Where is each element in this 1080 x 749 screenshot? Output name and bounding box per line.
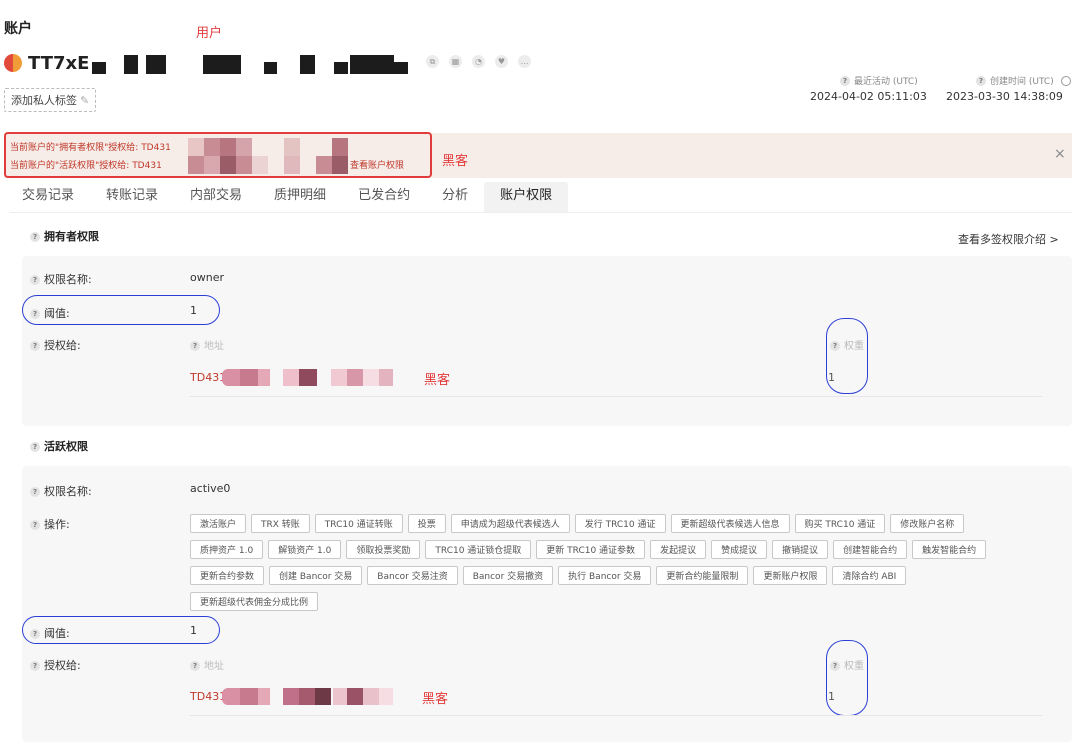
operation-tag: 解锁资产 1.0 xyxy=(268,540,342,559)
tab-transfers[interactable]: 转账记录 xyxy=(90,182,174,212)
tab-internal[interactable]: 内部交易 xyxy=(174,182,258,212)
active-name-value: active0 xyxy=(190,482,231,495)
divider xyxy=(190,715,1042,716)
owner-threshold-value: 1 xyxy=(190,304,197,317)
clock-icon[interactable] xyxy=(1061,76,1072,86)
more-icon[interactable]: … xyxy=(518,55,531,68)
operation-tag: 发行 TRC10 通证 xyxy=(574,514,666,533)
account-header: TT7xE xyxy=(4,52,89,74)
active-section-title: ? 活跃权限 xyxy=(30,438,88,454)
active-ops-label: ? 操作: xyxy=(30,516,70,532)
owner-name-value: owner xyxy=(190,271,224,284)
copy-icon[interactable]: ⧉ xyxy=(426,55,439,68)
help-icon: ? xyxy=(30,341,40,351)
token-logo-icon xyxy=(4,54,22,72)
qrcode-icon[interactable]: ▦ xyxy=(449,55,462,68)
operation-tag: 申请成为超级代表候选人 xyxy=(450,514,570,533)
help-icon: ? xyxy=(30,309,40,319)
chart-icon[interactable]: ◔ xyxy=(472,55,485,68)
active-weight-value: 1 xyxy=(828,690,835,703)
active-address-header: ? 地址 xyxy=(190,657,224,672)
help-icon: ? xyxy=(976,76,986,86)
operation-tag: 更新账户权限 xyxy=(753,566,828,585)
tab-contracts[interactable]: 已发合约 xyxy=(342,182,426,212)
operation-tag: Bancor 交易注资 xyxy=(367,566,458,585)
active-grantee-address[interactable]: TD431 xyxy=(190,690,226,703)
last-active-value: 2024-04-02 05:11:03 xyxy=(810,90,927,103)
operation-tag: 执行 Bancor 交易 xyxy=(558,566,652,585)
operation-tag: 赞成提议 xyxy=(711,540,768,559)
operation-tag: 更新 TRC10 通证参数 xyxy=(536,540,646,559)
operation-tag: TRC10 通证锁仓提取 xyxy=(425,540,532,559)
active-threshold-value: 1 xyxy=(190,624,197,637)
help-icon: ? xyxy=(30,442,40,452)
annotation-oval xyxy=(826,640,868,716)
help-icon: ? xyxy=(30,487,40,497)
annotation-hacker-banner: 黑客 xyxy=(442,154,469,169)
created-value: 2023-03-30 14:38:09 xyxy=(946,90,1063,103)
operation-tag: 购买 TRC10 通证 xyxy=(794,514,886,533)
annotation-hacker-active: 黑客 xyxy=(422,692,449,707)
help-icon: ? xyxy=(30,629,40,639)
active-name-label: ? 权限名称: xyxy=(30,483,92,499)
help-icon: ? xyxy=(190,341,200,351)
multisig-intro-link[interactable]: 查看多签权限介绍 > xyxy=(958,231,1059,247)
owner-grant-line: 当前账户的"拥有者权限"授权给: TD431 xyxy=(10,143,171,153)
operation-tag: 激活账户 xyxy=(190,514,247,533)
operations-list: 激活账户 TRX 转账 TRC10 通证转账 投票 申请成为超级代表候选人 发行… xyxy=(190,514,1030,618)
operation-tag: 清除合约 ABI xyxy=(832,566,907,585)
operation-tag: 领取投票奖励 xyxy=(346,540,421,559)
annotation-hacker-owner: 黑客 xyxy=(424,373,451,388)
operation-tag: 投票 xyxy=(407,514,446,533)
last-active-label: ? 最近活动 (UTC) xyxy=(840,74,918,87)
owner-weight-value: 1 xyxy=(828,371,835,384)
close-icon[interactable]: × xyxy=(1054,146,1066,162)
owner-threshold-label: ? 阈值: xyxy=(30,305,70,321)
help-icon: ? xyxy=(30,232,40,242)
operation-tag: 触发智能合约 xyxy=(912,540,987,559)
help-icon: ? xyxy=(30,661,40,671)
edit-icon: ✎ xyxy=(80,93,90,107)
operation-tag: 更新合约参数 xyxy=(190,566,265,585)
annotation-user: 用户 xyxy=(196,26,223,41)
heart-icon[interactable]: ♥ xyxy=(495,55,508,68)
operation-tag: 创建智能合约 xyxy=(833,540,908,559)
tab-transactions[interactable]: 交易记录 xyxy=(6,182,90,212)
operation-tag: 修改账户名称 xyxy=(890,514,965,533)
page-title: 账户 xyxy=(4,21,32,37)
view-permissions-link[interactable]: 查看账户权限 xyxy=(350,158,404,171)
help-icon: ? xyxy=(30,520,40,530)
active-grant-line: 当前账户的"活跃权限"授权给: TD431 xyxy=(10,161,162,171)
account-name: TT7xE xyxy=(28,52,90,74)
help-icon: ? xyxy=(30,275,40,285)
operation-tag: TRC10 通证转账 xyxy=(314,514,403,533)
operation-tag: 创建 Bancor 交易 xyxy=(269,566,363,585)
owner-section-title: ? 拥有者权限 xyxy=(30,228,99,244)
operation-tag: 更新超级代表佣金分成比例 xyxy=(190,592,319,611)
help-icon: ? xyxy=(840,76,850,86)
add-tag-button[interactable]: 添加私人标签 ✎ xyxy=(4,88,97,112)
operation-tag: 更新合约能量限制 xyxy=(656,566,749,585)
owner-name-label: ? 权限名称: xyxy=(30,271,92,287)
tab-bar: 交易记录 转账记录 内部交易 质押明细 已发合约 分析 账户权限 xyxy=(6,182,569,214)
add-tag-label: 添加私人标签 xyxy=(11,94,77,107)
operation-tag: 发起提议 xyxy=(650,540,707,559)
owner-permission-box xyxy=(22,256,1072,426)
created-label: ? 创建时间 (UTC) xyxy=(976,74,1072,87)
operation-tag: 更新超级代表候选人信息 xyxy=(670,514,790,533)
operation-tag: Bancor 交易撤资 xyxy=(462,566,554,585)
tab-staking[interactable]: 质押明细 xyxy=(258,182,342,212)
help-icon: ? xyxy=(190,661,200,671)
divider xyxy=(190,396,1042,397)
active-threshold-label: ? 阈值: xyxy=(30,625,70,641)
owner-grant-label: ? 授权给: xyxy=(30,337,81,353)
owner-address-header: ? 地址 xyxy=(190,337,224,352)
owner-grantee-address[interactable]: TD431 xyxy=(190,371,226,384)
active-grant-label: ? 授权给: xyxy=(30,657,81,673)
operation-tag: TRX 转账 xyxy=(251,514,310,533)
operation-tag: 撤销提议 xyxy=(772,540,829,559)
tab-permissions[interactable]: 账户权限 xyxy=(484,182,569,212)
tab-analysis[interactable]: 分析 xyxy=(426,182,484,212)
operation-tag: 质押资产 1.0 xyxy=(190,540,264,559)
